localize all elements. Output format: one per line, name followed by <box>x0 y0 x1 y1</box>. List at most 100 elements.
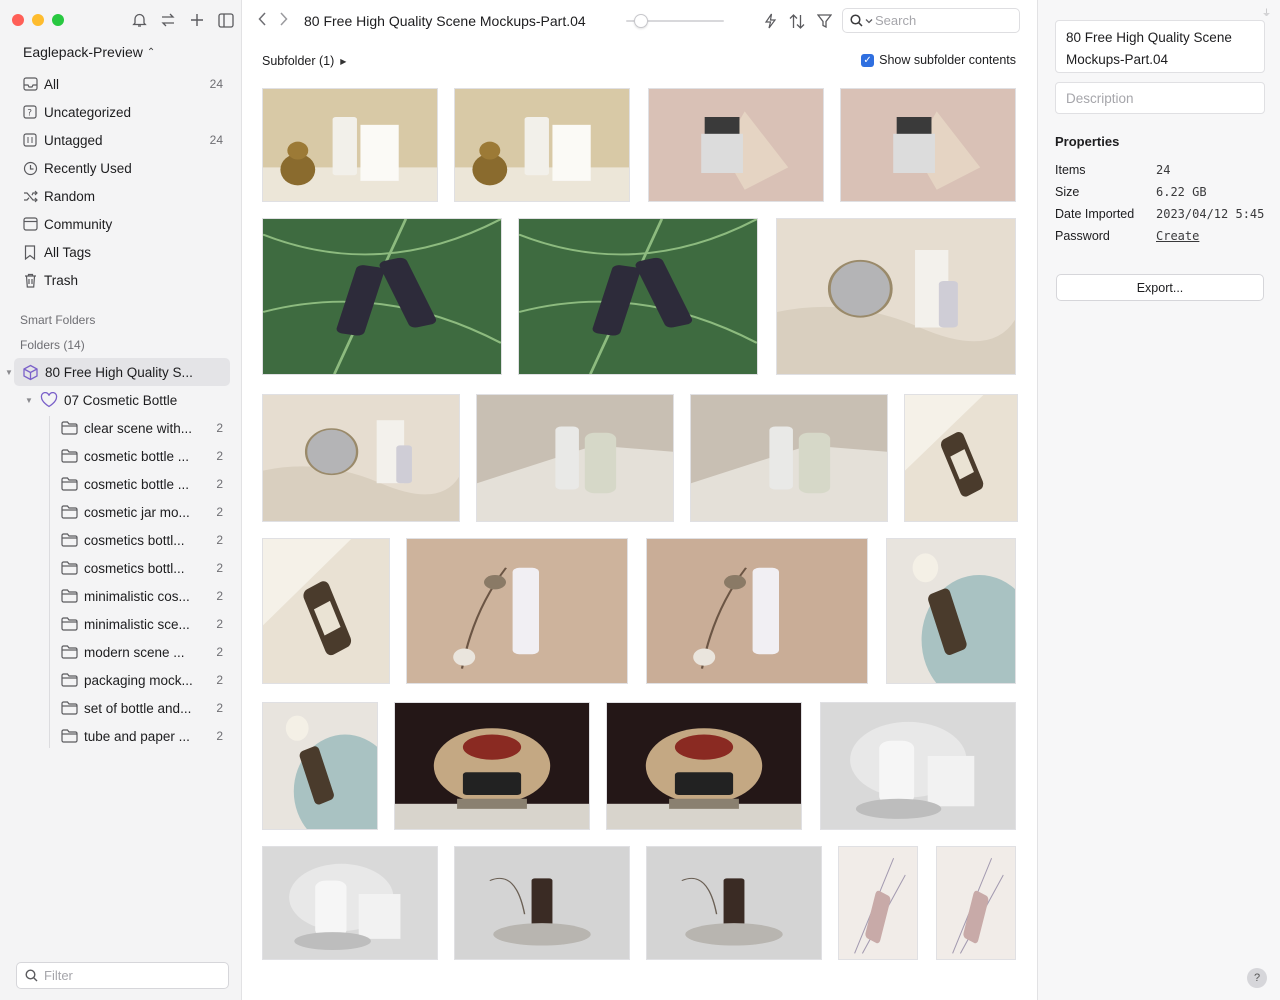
content-area: 80 Free High Quality Scene Mockups-Part.… <box>242 0 1037 1000</box>
folder-item[interactable]: clear scene with... 2 <box>14 414 230 442</box>
disclosure-open-icon[interactable]: ▼ <box>25 396 33 405</box>
sync-icon[interactable] <box>160 11 176 29</box>
sidebar-item-community[interactable]: Community <box>14 210 230 238</box>
sidebar-item-all-tags[interactable]: All Tags <box>14 238 230 266</box>
folder-icon <box>60 700 78 716</box>
view-tools <box>762 12 832 30</box>
thumbnail-leaf-dropper[interactable] <box>262 218 502 375</box>
thumbnail-lavender-tube[interactable] <box>838 846 918 960</box>
thumbnail-box-vase-gold[interactable] <box>262 88 438 202</box>
trash-icon <box>22 272 38 288</box>
folders-heading[interactable]: Folders (14) <box>20 338 85 352</box>
search-input[interactable] <box>875 13 1005 28</box>
folder-label: modern scene ... <box>84 644 185 660</box>
thumbnail-pump-bottle-cream[interactable] <box>262 538 390 684</box>
thumbnail-jar-card-pink[interactable] <box>648 88 824 202</box>
thumbnail-white-bottle-stone[interactable] <box>262 846 438 960</box>
sidebar-item-random[interactable]: Random <box>14 182 230 210</box>
sidebar-nav: All 24 ? Uncategorized Untagged 24 Recen… <box>14 70 230 294</box>
folder-label: cosmetic jar mo... <box>84 504 190 520</box>
sidebar-item-trash[interactable]: Trash <box>14 266 230 294</box>
filter-funnel-icon[interactable] <box>816 12 832 30</box>
thumbnail-jar-card-pink[interactable] <box>840 88 1016 202</box>
close-window-button[interactable] <box>12 14 24 26</box>
thumbnail-dropper-stone-grey[interactable] <box>646 846 822 960</box>
thumbnail-white-bottle-stone[interactable] <box>820 702 1016 830</box>
sidebar-toggle-icon[interactable] <box>218 11 234 29</box>
thumbnail-tubes-shadow[interactable] <box>476 394 674 522</box>
show-subfolder-checkbox[interactable]: ✓ <box>861 53 875 67</box>
sidebar-item-uncategorized[interactable]: ? Uncategorized <box>14 98 230 126</box>
thumbnail-bottle-plate-blue[interactable] <box>262 702 378 830</box>
sidebar-item-all[interactable]: All 24 <box>14 70 230 98</box>
thumbnail-tubes-shadow[interactable] <box>690 394 888 522</box>
thumbnail-jar-pomegranate-dark[interactable] <box>606 702 802 830</box>
folder-item[interactable]: modern scene ... 2 <box>14 638 230 666</box>
plus-icon[interactable] <box>189 11 205 29</box>
subfolder-toggle[interactable]: Subfolder (1) ▶ <box>262 54 346 68</box>
subfolder-bar: Subfolder (1) ▶ ✓ Show subfolder content… <box>262 52 1016 70</box>
property-key: Password <box>1055 229 1110 243</box>
sort-icon[interactable] <box>789 12 805 30</box>
folder-item[interactable]: packaging mock... 2 <box>14 666 230 694</box>
thumbnail-size-slider[interactable] <box>626 14 724 28</box>
chevron-right-icon[interactable] <box>279 12 288 30</box>
search-box[interactable] <box>842 8 1020 33</box>
chevron-down-icon[interactable] <box>865 18 873 24</box>
help-button[interactable]: ? <box>1247 968 1267 988</box>
shuffle-icon <box>22 188 38 204</box>
folder-icon <box>60 728 78 744</box>
filter-input[interactable] <box>44 968 214 983</box>
smart-folders-heading[interactable]: Smart Folders <box>20 313 95 327</box>
folder-icon <box>60 672 78 688</box>
folder-item[interactable]: cosmetics bottl... 2 <box>14 526 230 554</box>
thumbnail-mirror-cloth[interactable] <box>776 218 1016 375</box>
show-subfolder-option[interactable]: ✓ Show subfolder contents <box>861 53 1016 67</box>
thumbnail-dropper-flowers-tan[interactable] <box>646 538 868 684</box>
thumbnail-box-vase-gold[interactable] <box>454 88 630 202</box>
filter-field[interactable] <box>16 962 229 989</box>
subfolder-label: Subfolder (1) <box>262 54 335 68</box>
thumbnail-jar-pomegranate-dark[interactable] <box>394 702 590 830</box>
thumbnail-leaf-dropper[interactable] <box>518 218 758 375</box>
folder-item[interactable]: minimalistic sce... 2 <box>14 610 230 638</box>
sidebar-toolbar <box>131 11 234 29</box>
pin-icon[interactable]: ⏚ <box>1262 6 1271 19</box>
disclosure-open-icon[interactable]: ▼ <box>5 368 13 377</box>
sidebar-item-label: All Tags <box>44 244 92 260</box>
sidebar-item-untagged[interactable]: Untagged 24 <box>14 126 230 154</box>
folder-item[interactable]: minimalistic cos... 2 <box>14 582 230 610</box>
minimize-window-button[interactable] <box>32 14 44 26</box>
folder-subfolder[interactable]: ▼ 07 Cosmetic Bottle <box>14 386 230 414</box>
folder-item[interactable]: cosmetic jar mo... 2 <box>14 498 230 526</box>
thumbnail-lavender-tube[interactable] <box>936 846 1016 960</box>
thumbnail-dropper-flowers-tan[interactable] <box>406 538 628 684</box>
sidebar-item-label: Random <box>44 188 96 204</box>
folder-item[interactable]: cosmetics bottl... 2 <box>14 554 230 582</box>
folder-root[interactable]: ▼ 80 Free High Quality S... <box>5 358 230 386</box>
folder-item[interactable]: cosmetic bottle ... 2 <box>14 442 230 470</box>
folder-item[interactable]: tube and paper ... 2 <box>14 722 230 750</box>
thumbnail-mirror-cloth[interactable] <box>262 394 460 522</box>
lightning-icon[interactable] <box>762 12 778 30</box>
thumbnail-bottle-plate-blue[interactable] <box>886 538 1016 684</box>
chevron-left-icon[interactable] <box>258 12 267 30</box>
library-switcher[interactable]: Eaglepack-Preview ⌃ <box>23 44 155 60</box>
description-field[interactable]: Description <box>1055 82 1265 114</box>
folder-item[interactable]: set of bottle and... 2 <box>14 694 230 722</box>
folder-item[interactable]: cosmetic bottle ... 2 <box>14 470 230 498</box>
slider-knob[interactable] <box>634 14 648 28</box>
export-button[interactable]: Export... <box>1056 274 1264 301</box>
bookmark-icon <box>22 244 38 260</box>
thumbnail-image <box>395 703 589 829</box>
sidebar-item-recently-used[interactable]: Recently Used <box>14 154 230 182</box>
thumbnail-dropper-stone-grey[interactable] <box>454 846 630 960</box>
thumbnail-pump-bottle-cream[interactable] <box>904 394 1018 522</box>
folder-title-field[interactable]: 80 Free High Quality Scene Mockups-Part.… <box>1055 20 1265 73</box>
bell-icon[interactable] <box>131 11 147 29</box>
thumbnail-image <box>647 847 821 959</box>
zoom-window-button[interactable] <box>52 14 64 26</box>
create-password-link[interactable]: Create <box>1156 229 1199 243</box>
properties-heading: Properties <box>1055 134 1120 149</box>
thumbnail-image <box>455 847 629 959</box>
